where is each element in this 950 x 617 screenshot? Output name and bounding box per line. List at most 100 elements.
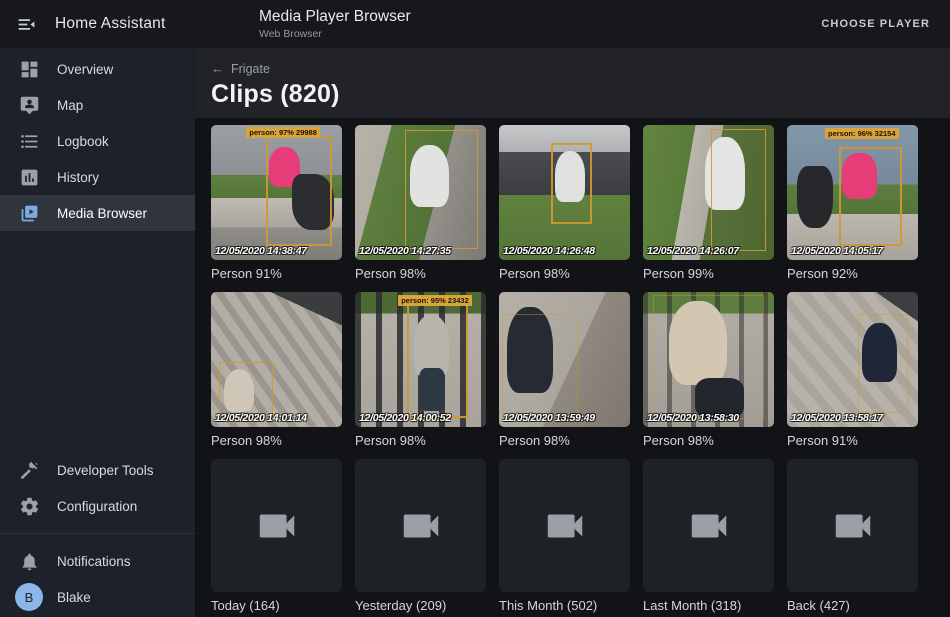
detection-bounding-box: [653, 295, 763, 419]
sidebar-divider: [0, 533, 195, 534]
clip-card[interactable]: 12/05/2020 13:59:49 Person 98%: [499, 292, 630, 448]
sidebar-item-configuration[interactable]: Configuration: [0, 488, 195, 524]
chart-box-icon: [17, 165, 41, 189]
clip-thumbnail: 12/05/2020 13:58:30: [643, 292, 774, 427]
gear-icon: [17, 494, 41, 518]
folder-thumbnail: [499, 459, 630, 592]
video-camera-icon: [254, 503, 300, 549]
detection-bounding-box: [839, 147, 902, 247]
clip-card[interactable]: 12/05/2020 14:01:14 Person 98%: [211, 292, 342, 448]
video-camera-icon: [830, 503, 876, 549]
clip-thumbnail: person: 96% 32154 12/05/2020 14:05:17: [787, 125, 918, 260]
video-camera-icon: [398, 503, 444, 549]
page-heading: Clips (820): [211, 80, 934, 109]
choose-player-button[interactable]: CHOOSE PLAYER: [813, 10, 938, 38]
clip-card[interactable]: 12/05/2020 14:26:48 Person 98%: [499, 125, 630, 281]
sidebar-item-label: Logbook: [57, 134, 109, 149]
clip-label: Person 98%: [211, 433, 342, 448]
bell-icon: [17, 549, 41, 573]
sidebar-item-map[interactable]: Map: [0, 87, 195, 123]
clip-timestamp: 12/05/2020 14:26:07: [647, 245, 739, 257]
clip-timestamp: 12/05/2020 14:26:48: [503, 245, 595, 257]
detection-bounding-box: [711, 129, 766, 251]
clip-timestamp: 12/05/2020 13:58:17: [791, 412, 883, 424]
folder-card-back[interactable]: Back (427): [787, 459, 918, 613]
clip-thumbnail: 12/05/2020 14:26:07: [643, 125, 774, 260]
app-header: Home Assistant Media Player Browser Web …: [0, 0, 950, 48]
detection-bounding-box: [502, 314, 578, 419]
clip-timestamp: 12/05/2020 14:27:35: [359, 245, 451, 257]
sidebar-item-label: Developer Tools: [57, 463, 154, 478]
main-content: ← Frigate Clips (820) person: 97% 29988 …: [195, 48, 950, 617]
clip-label: Person 92%: [787, 266, 918, 281]
content-header: ← Frigate Clips (820): [195, 48, 950, 118]
detection-bounding-box: [551, 143, 592, 224]
clip-label: Person 98%: [499, 266, 630, 281]
clip-card[interactable]: person: 96% 32154 12/05/2020 14:05:17 Pe…: [787, 125, 918, 281]
clip-card[interactable]: person: 95% 23432 12/05/2020 14:00:52 Pe…: [355, 292, 486, 448]
clip-label: Person 98%: [499, 433, 630, 448]
clip-timestamp: 12/05/2020 14:38:47: [215, 245, 307, 257]
folder-label: Last Month (318): [643, 598, 774, 613]
topbar-left: Home Assistant: [0, 4, 195, 44]
page-title-block: Media Player Browser Web Browser: [259, 8, 411, 40]
folder-thumbnail: [787, 459, 918, 592]
sidebar-item-notifications[interactable]: Notifications: [0, 543, 195, 579]
sidebar-item-history[interactable]: History: [0, 159, 195, 195]
clip-label: Person 91%: [211, 266, 342, 281]
sidebar-bottom: Developer Tools Configuration Notificati…: [0, 452, 195, 617]
clip-timestamp: 12/05/2020 13:59:49: [503, 412, 595, 424]
sidebar-item-label: History: [57, 170, 99, 185]
clip-timestamp: 12/05/2020 14:01:14: [215, 412, 307, 424]
folder-thumbnail: [211, 459, 342, 592]
page-subtitle: Web Browser: [259, 28, 411, 41]
folder-label: Back (427): [787, 598, 918, 613]
clip-timestamp: 12/05/2020 14:00:52: [359, 412, 451, 424]
clips-grid: person: 97% 29988 12/05/2020 14:38:47 Pe…: [211, 125, 934, 448]
app-title: Home Assistant: [55, 15, 165, 33]
clip-thumbnail: 12/05/2020 14:01:14: [211, 292, 342, 427]
folder-thumbnail: [643, 459, 774, 592]
sidebar-item-profile[interactable]: B Blake: [0, 579, 195, 615]
sidebar-item-overview[interactable]: Overview: [0, 51, 195, 87]
clip-card[interactable]: 12/05/2020 13:58:17 Person 91%: [787, 292, 918, 448]
list-bulleted-icon: [17, 129, 41, 153]
detection-score-label: person: 97% 29988: [246, 127, 320, 138]
tooltip-account-icon: [17, 93, 41, 117]
clip-card[interactable]: person: 97% 29988 12/05/2020 14:38:47 Pe…: [211, 125, 342, 281]
detection-bounding-box: [858, 314, 908, 414]
sidebar: Overview Map Logbook History Media Brows…: [0, 48, 195, 617]
stroller-figure: [797, 166, 832, 228]
clip-card[interactable]: 12/05/2020 14:27:35 Person 98%: [355, 125, 486, 281]
clip-label: Person 98%: [355, 266, 486, 281]
folder-label: This Month (502): [499, 598, 630, 613]
folder-card-this-month[interactable]: This Month (502): [499, 459, 630, 613]
media-area: person: 97% 29988 12/05/2020 14:38:47 Pe…: [195, 118, 950, 617]
clip-thumbnail: 12/05/2020 13:59:49: [499, 292, 630, 427]
sidebar-item-label: Notifications: [57, 554, 131, 569]
sidebar-item-label: Map: [57, 98, 83, 113]
clip-timestamp: 12/05/2020 13:58:30: [647, 412, 739, 424]
folder-card-today[interactable]: Today (164): [211, 459, 342, 613]
sidebar-item-logbook[interactable]: Logbook: [0, 123, 195, 159]
clip-thumbnail: 12/05/2020 13:58:17: [787, 292, 918, 427]
clip-thumbnail: person: 95% 23432 12/05/2020 14:00:52: [355, 292, 486, 427]
back-arrow-icon: ←: [211, 61, 224, 76]
sidebar-toggle-icon[interactable]: [6, 4, 46, 44]
folder-card-last-month[interactable]: Last Month (318): [643, 459, 774, 613]
sidebar-item-media-browser[interactable]: Media Browser: [0, 195, 195, 231]
video-camera-icon: [542, 503, 588, 549]
clip-card[interactable]: 12/05/2020 13:58:30 Person 98%: [643, 292, 774, 448]
detection-bounding-box: [407, 304, 467, 417]
clip-label: Person 98%: [355, 433, 486, 448]
breadcrumb-back[interactable]: ← Frigate: [211, 61, 270, 76]
folder-thumbnail: [355, 459, 486, 592]
sidebar-item-developer-tools[interactable]: Developer Tools: [0, 452, 195, 488]
folders-grid: Today (164) Yesterday (209) This Month (…: [211, 459, 934, 613]
folder-card-yesterday[interactable]: Yesterday (209): [355, 459, 486, 613]
video-camera-icon: [686, 503, 732, 549]
clip-label: Person 98%: [643, 433, 774, 448]
clip-thumbnail: person: 97% 29988 12/05/2020 14:38:47: [211, 125, 342, 260]
clip-label: Person 99%: [643, 266, 774, 281]
clip-card[interactable]: 12/05/2020 14:26:07 Person 99%: [643, 125, 774, 281]
